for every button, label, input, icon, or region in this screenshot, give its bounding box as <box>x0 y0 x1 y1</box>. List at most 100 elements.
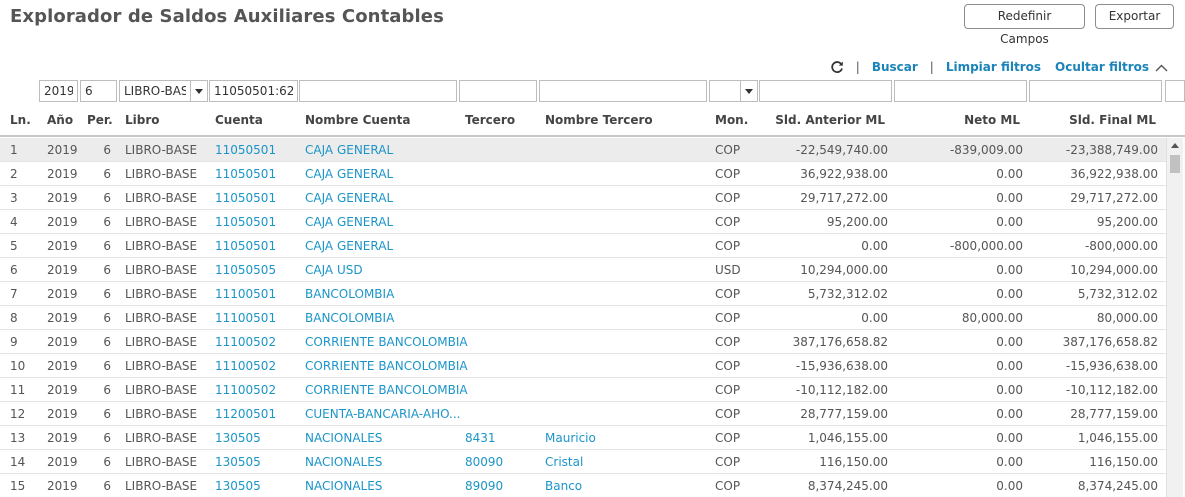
cell-book: LIBRO-BASE <box>125 431 198 445</box>
cell-account-name[interactable]: NACIONALES <box>305 455 382 469</box>
account-name-filter-input[interactable] <box>299 80 457 102</box>
cell-year: 2019 <box>47 191 78 205</box>
cell-account[interactable]: 11050501 <box>215 143 276 157</box>
cell-period: 6 <box>103 311 111 325</box>
cell-account-name[interactable]: BANCOLOMBIA <box>305 311 394 325</box>
cell-third-party-name[interactable]: Banco <box>545 479 582 493</box>
cell-third-party-name[interactable]: Mauricio <box>545 431 596 445</box>
cell-account-name[interactable]: CAJA GENERAL <box>305 215 393 229</box>
table-row[interactable]: 9 2019 6 LIBRO-BASE 11100502 CORRIENTE BANCOL… <box>0 330 1166 354</box>
cell-account[interactable]: 11100502 <box>215 383 276 397</box>
clear-filters-link[interactable]: Limpiar filtros <box>946 60 1041 74</box>
cell-account-name[interactable]: CORRIENTE BANCOLOMBIA <box>305 359 468 373</box>
cell-account-name[interactable]: CAJA GENERAL <box>305 239 393 253</box>
table-row[interactable]: 2 2019 6 LIBRO-BASE 11050501 CAJA GENERAL COP 3… <box>0 162 1166 186</box>
cell-third-party[interactable]: 89090 <box>465 479 503 493</box>
cell-year: 2019 <box>47 287 78 301</box>
prev-balance-filter-input[interactable] <box>759 80 892 102</box>
cell-account[interactable]: 11100501 <box>215 287 276 301</box>
table-row[interactable]: 7 2019 6 LIBRO-BASE 11100501 BANCOLOMBIA COP 5,… <box>0 282 1166 306</box>
col-header-year[interactable]: Año <box>47 113 73 127</box>
col-header-book[interactable]: Libro <box>125 113 160 127</box>
cell-period: 6 <box>103 359 111 373</box>
col-header-ln[interactable]: Ln. <box>10 113 31 127</box>
table-row[interactable]: 5 2019 6 LIBRO-BASE 11050501 CAJA GENERAL COP 0… <box>0 234 1166 258</box>
search-link[interactable]: Buscar <box>872 60 918 74</box>
year-filter-input[interactable] <box>39 80 78 102</box>
table-row[interactable]: 8 2019 6 LIBRO-BASE 11100501 BANCOLOMBIA COP 0.… <box>0 306 1166 330</box>
col-header-currency[interactable]: Mon. <box>715 113 748 127</box>
period-filter-input[interactable] <box>80 80 117 102</box>
scroll-thumb[interactable] <box>1170 155 1180 173</box>
chevron-up-icon[interactable] <box>1155 62 1168 72</box>
cell-account[interactable]: 11100501 <box>215 311 276 325</box>
cell-account-name[interactable]: CORRIENTE BANCOLOMBIA <box>305 383 468 397</box>
col-header-net[interactable]: Neto ML <box>964 113 1020 127</box>
cell-account-name[interactable]: BANCOLOMBIA <box>305 287 394 301</box>
cell-account[interactable]: 11100502 <box>215 359 276 373</box>
cell-account[interactable]: 11050505 <box>215 263 276 277</box>
table-row[interactable]: 3 2019 6 LIBRO-BASE 11050501 CAJA GENERAL COP 2… <box>0 186 1166 210</box>
book-filter-dropdown[interactable] <box>190 80 208 102</box>
table-row[interactable]: 13 2019 6 LIBRO-BASE 130505 NACIONALES 8431 Mau… <box>0 426 1166 450</box>
book-filter-input[interactable] <box>119 80 191 102</box>
table-row[interactable]: 14 2019 6 LIBRO-BASE 130505 NACIONALES 80090 Cr… <box>0 450 1166 474</box>
net-filter-input[interactable] <box>894 80 1027 102</box>
table-row[interactable]: 6 2019 6 LIBRO-BASE 11050505 CAJA USD USD 10,29… <box>0 258 1166 282</box>
refresh-icon[interactable] <box>830 60 844 74</box>
cell-account[interactable]: 130505 <box>215 455 261 469</box>
cell-account-name[interactable]: CAJA USD <box>305 263 363 277</box>
table-row[interactable]: 4 2019 6 LIBRO-BASE 11050501 CAJA GENERAL COP 9… <box>0 210 1166 234</box>
cell-account-name[interactable]: CAJA GENERAL <box>305 167 393 181</box>
redefine-fields-button[interactable]: Redefinir Campos <box>964 4 1085 46</box>
third-party-name-filter-input[interactable] <box>539 80 707 102</box>
cell-final-balance: 387,176,658.82 <box>1062 335 1158 349</box>
cell-account[interactable]: 11050501 <box>215 215 276 229</box>
cell-account-name[interactable]: NACIONALES <box>305 479 382 493</box>
cell-prev-balance: 28,777,159.00 <box>800 407 888 421</box>
cell-book: LIBRO-BASE <box>125 359 198 373</box>
third-party-filter-input[interactable] <box>459 80 537 102</box>
cell-account[interactable]: 11050501 <box>215 167 276 181</box>
cell-third-party-name[interactable]: Cristal <box>545 455 583 469</box>
cell-final-balance: 80,000.00 <box>1096 311 1158 325</box>
cell-account-name[interactable]: CORRIENTE BANCOLOMBIA <box>305 335 468 349</box>
cell-account[interactable]: 11100502 <box>215 335 276 349</box>
col-header-third-party-name[interactable]: Nombre Tercero <box>545 113 653 127</box>
export-button[interactable]: Exportar <box>1095 4 1174 29</box>
cell-year: 2019 <box>47 455 78 469</box>
cell-third-party[interactable]: 8431 <box>465 431 496 445</box>
vertical-scrollbar[interactable] <box>1166 138 1183 497</box>
currency-filter-input[interactable] <box>709 80 741 102</box>
currency-filter-dropdown[interactable] <box>740 80 758 102</box>
table-row[interactable]: 10 2019 6 LIBRO-BASE 11100502 CORRIENTE BANCO… <box>0 354 1166 378</box>
cell-account[interactable]: 11200501 <box>215 407 276 421</box>
cell-account[interactable]: 130505 <box>215 479 261 493</box>
hide-filters-link[interactable]: Ocultar filtros <box>1055 60 1149 74</box>
account-filter-input[interactable] <box>209 80 298 102</box>
col-header-final-balance[interactable]: Sld. Final ML <box>1069 113 1156 127</box>
extra-filter-input[interactable] <box>1165 80 1185 102</box>
col-header-prev-balance[interactable]: Sld. Anterior ML <box>775 113 885 127</box>
table-row[interactable]: 12 2019 6 LIBRO-BASE 11200501 CUENTA-BANCARIA… <box>0 402 1166 426</box>
cell-account[interactable]: 130505 <box>215 431 261 445</box>
table-row[interactable]: 15 2019 6 LIBRO-BASE 130505 NACIONALES 89090 Ba… <box>0 474 1166 497</box>
table-row[interactable]: 1 2019 6 LIBRO-BASE 11050501 CAJA GENERAL COP -… <box>0 138 1166 162</box>
cell-account-name[interactable]: CAJA GENERAL <box>305 143 393 157</box>
table-row[interactable]: 11 2019 6 LIBRO-BASE 11100502 CORRIENTE BANCO… <box>0 378 1166 402</box>
cell-account[interactable]: 11050501 <box>215 191 276 205</box>
final-balance-filter-input[interactable] <box>1029 80 1162 102</box>
scroll-up-icon[interactable] <box>1171 143 1179 148</box>
col-header-account[interactable]: Cuenta <box>215 113 263 127</box>
col-header-third-party[interactable]: Tercero <box>465 113 515 127</box>
cell-account-name[interactable]: CAJA GENERAL <box>305 191 393 205</box>
cell-account-name[interactable]: NACIONALES <box>305 431 382 445</box>
cell-period: 6 <box>103 263 111 277</box>
cell-account-name[interactable]: CUENTA-BANCARIA-AHO... <box>305 407 461 421</box>
col-header-account-name[interactable]: Nombre Cuenta <box>305 113 410 127</box>
cell-third-party[interactable]: 80090 <box>465 455 503 469</box>
col-header-period[interactable]: Per. <box>87 113 113 127</box>
cell-account[interactable]: 11050501 <box>215 239 276 253</box>
cell-ln: 1 <box>10 143 18 157</box>
cell-final-balance: -15,936,638.00 <box>1065 359 1158 373</box>
